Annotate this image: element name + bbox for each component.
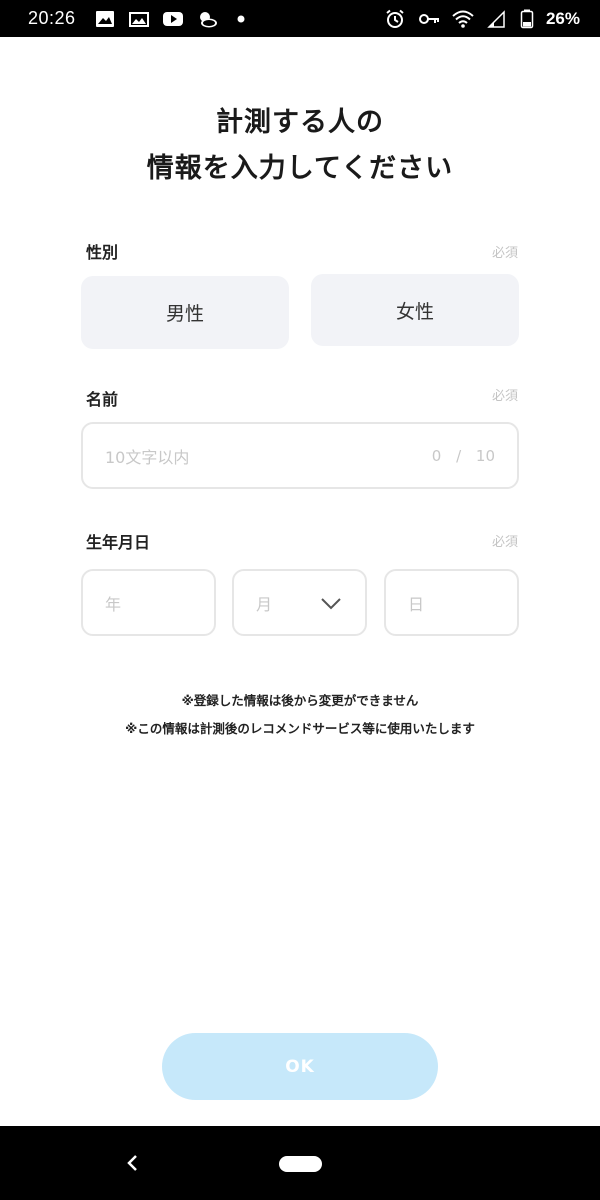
photo-gallery-icon [128,11,149,27]
alarm-icon [386,9,404,28]
status-notification-icons [94,9,252,29]
name-input[interactable]: 10文字以内 0 / 10 [81,422,519,489]
birth-year-placeholder: 年 [105,594,122,614]
page-title: 計測する人の 情報を入力してください [0,100,600,192]
back-icon[interactable] [124,1154,142,1172]
birth-month-placeholder: 月 [256,594,273,614]
ok-button[interactable]: OK [162,1033,438,1100]
wifi-icon [452,10,474,28]
birthday-label: 生年月日 [86,533,151,552]
status-bar: 20:26 26% [0,0,600,37]
youtube-icon [162,11,183,26]
name-char-counter: 0 / 10 [431,446,495,465]
notice-no-change: ※登録した情報は後から変更ができません [181,693,419,708]
birth-day-input[interactable]: 日 [384,569,519,636]
notice-usage: ※この情報は計測後のレコメンドサービス等に使用いたします [125,721,475,736]
battery-percentage: 26% [545,8,580,28]
signal-icon [487,9,505,28]
page-title-line2: 情報を入力してください [146,153,454,184]
female-button[interactable]: 女性 [311,274,519,346]
home-button[interactable] [279,1156,322,1172]
weather-icon [199,11,217,27]
image-icon [95,10,114,27]
birth-year-input[interactable]: 年 [81,569,216,636]
birthday-required-badge: 必須 [491,535,518,550]
dot-icon [237,15,245,22]
status-time: 20:26 [28,8,76,28]
male-button[interactable]: 男性 [81,276,289,349]
name-label: 名前 [86,390,119,409]
name-required-badge: 必須 [491,389,518,404]
page-title-line1: 計測する人の [216,107,384,138]
name-placeholder: 10文字以内 [105,447,190,467]
birth-month-select[interactable]: 月 [232,569,367,636]
chevron-down-icon [321,597,341,609]
status-system-icons: 26% [384,9,580,29]
battery-icon [520,9,534,28]
key-icon [418,13,439,24]
birth-day-placeholder: 日 [408,594,425,614]
navigation-bar [0,1126,600,1200]
gender-label: 性別 [86,243,119,262]
gender-required-badge: 必須 [491,246,518,261]
